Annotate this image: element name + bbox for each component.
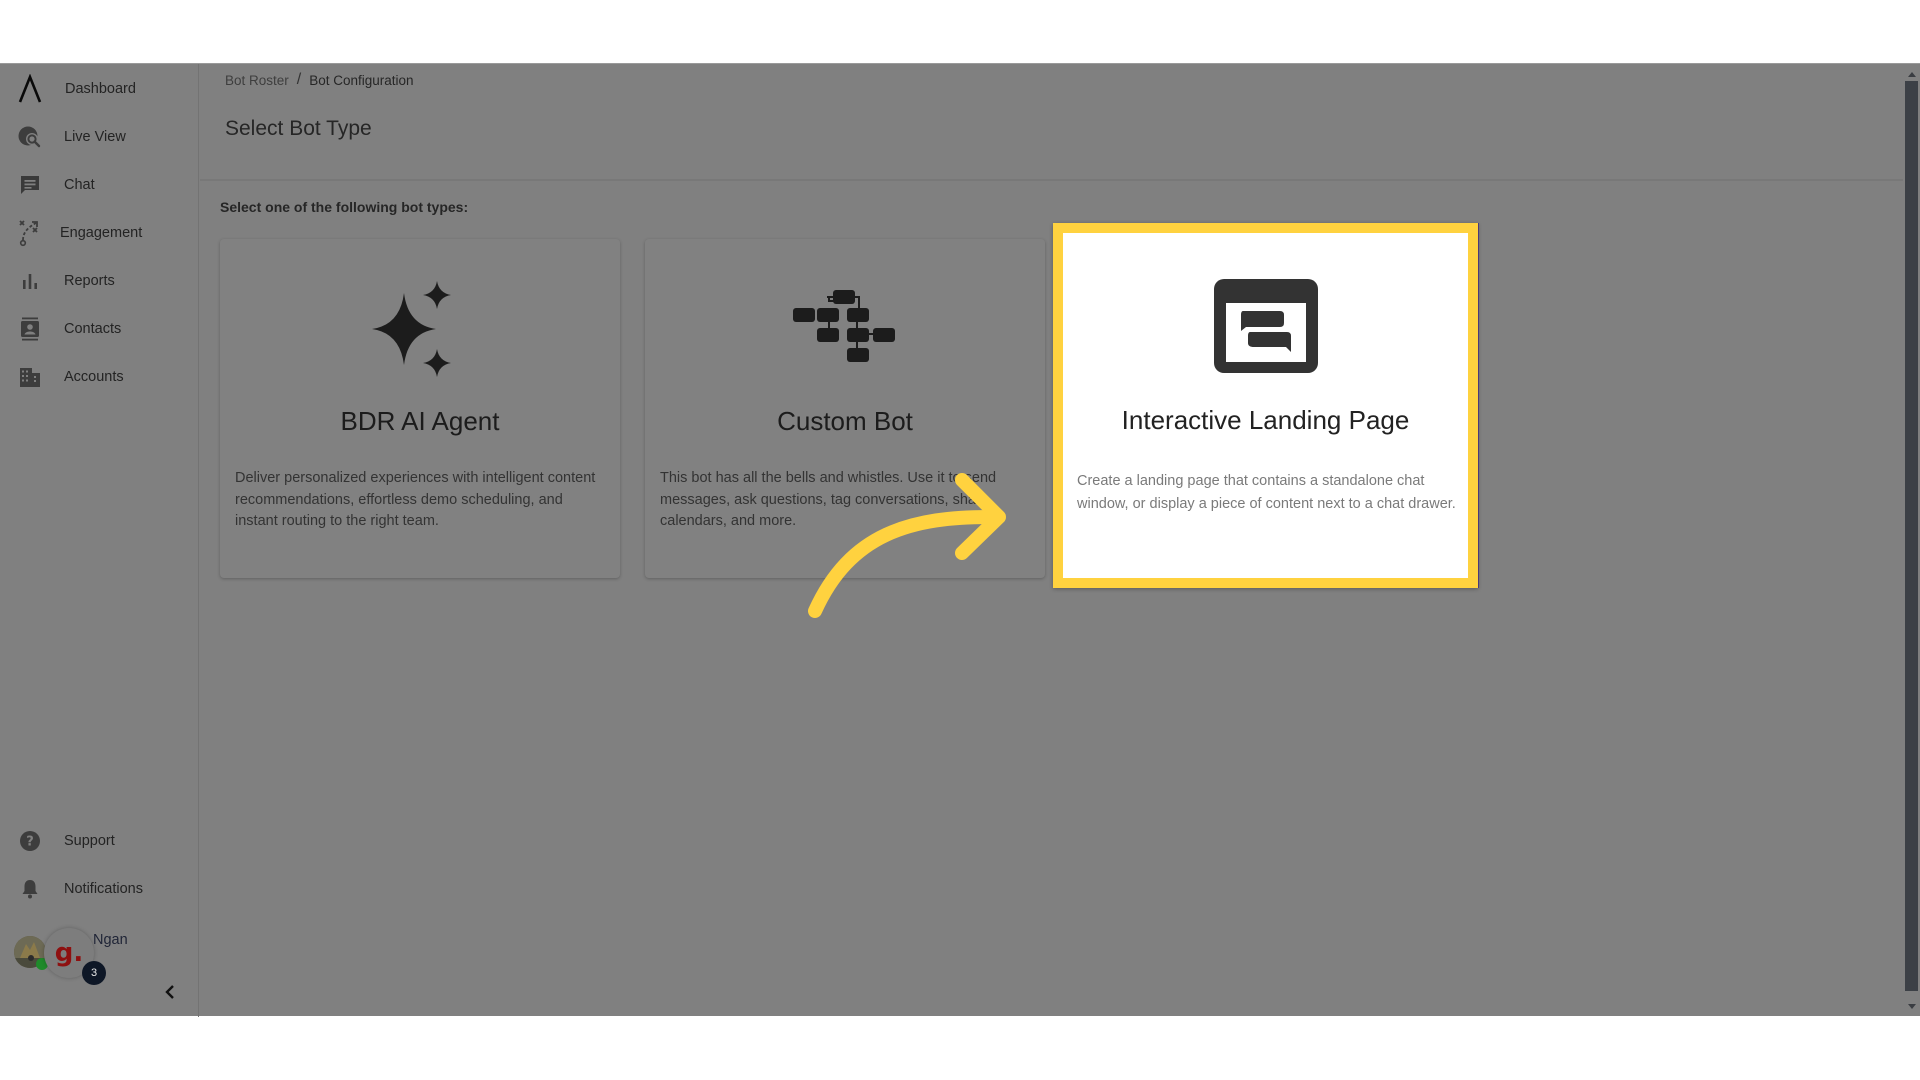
sidebar-item-label: Accounts <box>64 369 124 385</box>
sidebar-item-accounts[interactable]: Accounts <box>0 357 199 397</box>
sidebar-item-label: Notifications <box>64 881 143 897</box>
breadcrumb: Bot Roster / Bot Configuration <box>225 71 414 89</box>
chevron-left-icon <box>165 985 174 999</box>
instructions-text: Select one of the following bot types: <box>220 199 469 215</box>
breadcrumb-separator: / <box>296 71 302 88</box>
bell-icon <box>17 876 43 902</box>
globe-search-icon <box>17 124 43 150</box>
header-divider <box>200 179 1903 181</box>
widget-logo: g. <box>54 938 84 968</box>
chat-bubble-icon <box>17 172 43 198</box>
sidebar-item-engagement[interactable]: Engagement <box>0 213 199 253</box>
card-description: This bot has all the bells and whistles.… <box>660 470 997 529</box>
contact-card-icon <box>17 316 43 342</box>
sidebar-item-dashboard[interactable]: Dashboard <box>0 69 199 109</box>
sidebar-item-label: Reports <box>64 273 115 289</box>
collapse-sidebar-button[interactable] <box>160 980 180 1004</box>
sidebar-item-label: Engagement <box>60 225 143 241</box>
sidebar-item-label: Support <box>64 833 115 849</box>
breadcrumb-bot-roster[interactable]: Bot Roster <box>225 73 289 88</box>
app-window: Dashboard Live View Chat Engagement Repo… <box>0 63 1920 1017</box>
bot-type-card-custom-bot[interactable]: Custom Bot This bot has all the bells an… <box>645 239 1045 578</box>
card-description: Create a landing page that contains a st… <box>1077 473 1456 512</box>
sidebar-item-chat[interactable]: Chat <box>0 165 199 205</box>
sidebar-item-live-view[interactable]: Live View <box>0 117 199 157</box>
building-icon <box>17 364 43 390</box>
flowchart-icon <box>645 279 1045 389</box>
sidebar: Dashboard Live View Chat Engagement Repo… <box>0 64 199 1017</box>
sidebar-item-contacts[interactable]: Contacts <box>0 309 199 349</box>
sidebar-item-label: Dashboard <box>65 81 136 97</box>
card-description: Deliver personalized experiences with in… <box>235 470 596 529</box>
scroll-down-arrow-icon[interactable] <box>1908 1004 1916 1009</box>
vertical-scrollbar[interactable] <box>1903 64 1920 1017</box>
sidebar-item-label: Contacts <box>64 321 122 337</box>
logo-chevron-icon <box>17 74 43 103</box>
user-profile[interactable]: g. Ngan 3 <box>0 922 199 985</box>
bot-type-card-bdr-ai-agent[interactable]: BDR AI Agent Deliver personalized experi… <box>220 239 620 578</box>
sidebar-item-label: Chat <box>64 177 95 193</box>
sidebar-item-support[interactable]: ? Support <box>0 821 199 861</box>
user-name: Ngan <box>93 932 128 948</box>
page-title: Select Bot Type <box>225 117 372 140</box>
sidebar-item-reports[interactable]: Reports <box>0 261 199 301</box>
notification-badge: 3 <box>82 961 106 985</box>
help-icon: ? <box>17 828 43 854</box>
sidebar-item-notifications[interactable]: Notifications <box>0 869 199 909</box>
playbook-icon <box>17 220 43 247</box>
scroll-up-arrow-icon[interactable] <box>1908 72 1916 77</box>
sparkles-icon <box>220 279 620 389</box>
card-title: BDR AI Agent <box>340 406 500 436</box>
bar-chart-icon <box>17 268 43 294</box>
breadcrumb-current: Bot Configuration <box>309 72 414 88</box>
svg-text:?: ? <box>26 835 34 850</box>
card-title: Custom Bot <box>777 406 913 436</box>
landing-page-chat-icon <box>1063 278 1468 388</box>
scrollbar-thumb[interactable] <box>1905 81 1918 991</box>
card-title: Interactive Landing Page <box>1121 405 1410 435</box>
sidebar-item-label: Live View <box>64 129 126 145</box>
bot-type-card-interactive-landing-page[interactable]: Interactive Landing Page Create a landin… <box>1053 223 1478 588</box>
